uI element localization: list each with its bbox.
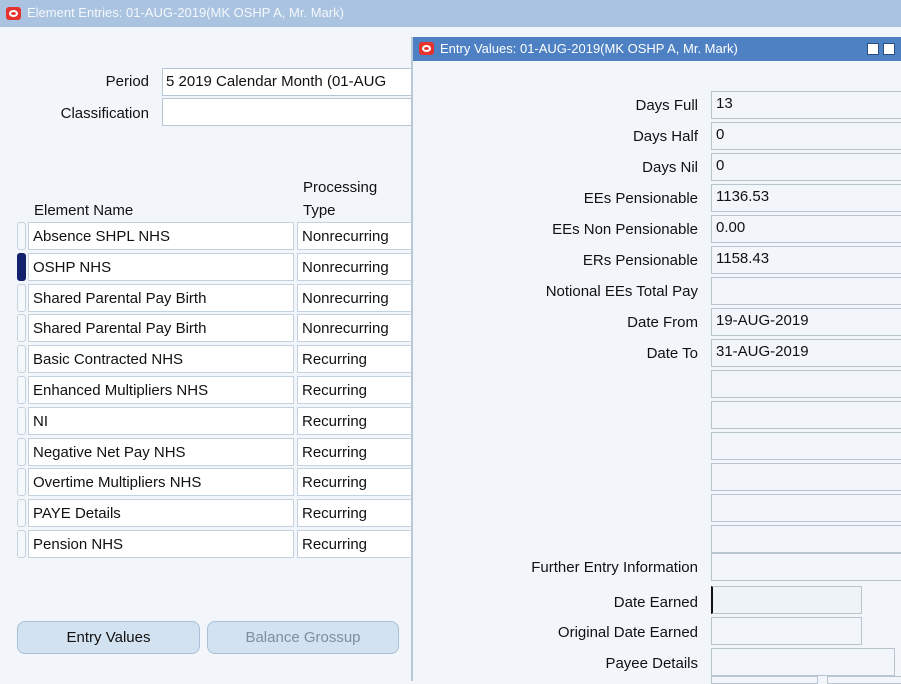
entry-values-button-label: Entry Values xyxy=(66,629,151,646)
entry-value-field[interactable]: 19-AUG-2019 xyxy=(711,308,901,336)
element-name-cell[interactable]: Enhanced Multipliers NHS xyxy=(28,376,294,404)
payee-details-field[interactable] xyxy=(711,648,895,676)
entry-values-titlebar[interactable]: Entry Values: 01-AUG-2019(MK OSHP A, Mr.… xyxy=(413,37,901,61)
balance-grossup-button[interactable]: Balance Grossup xyxy=(207,621,399,654)
entry-value-field[interactable]: 1136.53 xyxy=(711,184,901,212)
processing-type-cell[interactable]: Recurring xyxy=(297,437,412,466)
row-selector[interactable] xyxy=(17,530,26,558)
original-date-earned-label: Original Date Earned xyxy=(557,624,698,641)
oracle-logo-icon xyxy=(419,42,434,55)
element-name-cell[interactable]: Shared Parental Pay Birth xyxy=(28,283,294,312)
entry-value-label: Date To xyxy=(646,345,698,362)
period-field[interactable]: 5 2019 Calendar Month (01-AUG xyxy=(162,68,412,96)
minimize-icon[interactable] xyxy=(867,43,879,55)
further-entry-information-field[interactable] xyxy=(711,553,901,581)
element-name-header: Element Name xyxy=(34,202,134,219)
element-name-cell[interactable]: PAYE Details xyxy=(28,499,294,528)
date-earned-field[interactable] xyxy=(711,586,862,614)
row-selector[interactable] xyxy=(17,499,26,528)
classification-label: Classification xyxy=(60,105,149,122)
processing-type-cell[interactable]: Recurring xyxy=(297,530,412,558)
element-name-cell[interactable]: Pension NHS xyxy=(28,530,294,558)
entry-value-field[interactable] xyxy=(711,277,901,305)
entry-value-field[interactable]: 0 xyxy=(711,122,901,150)
extra-field[interactable] xyxy=(827,676,901,684)
entry-value-field[interactable]: 0.00 xyxy=(711,215,901,243)
entry-value-label: Date From xyxy=(627,314,698,331)
processing-type-cell[interactable]: Nonrecurring xyxy=(297,252,412,281)
entry-values-window: Entry Values: 01-AUG-2019(MK OSHP A, Mr.… xyxy=(411,37,901,684)
oracle-logo-icon xyxy=(6,7,21,20)
element-name-cell[interactable]: Absence SHPL NHS xyxy=(28,222,294,250)
entry-value-field[interactable]: 0 xyxy=(711,153,901,181)
entry-values-button[interactable]: Entry Values xyxy=(17,621,200,654)
entry-value-field[interactable]: 13 xyxy=(711,91,901,119)
element-entries-titlebar[interactable]: Element Entries: 01-AUG-2019(MK OSHP A, … xyxy=(0,0,901,27)
processing-type-cell[interactable]: Nonrecurring xyxy=(297,283,412,312)
entry-value-label: ERs Pensionable xyxy=(582,252,698,269)
processing-type-cell[interactable]: Recurring xyxy=(297,345,412,374)
payee-details-label: Payee Details xyxy=(605,655,698,672)
entry-value-label: Notional EEs Total Pay xyxy=(545,283,698,300)
processing-type-cell[interactable]: Recurring xyxy=(297,406,412,435)
classification-field[interactable] xyxy=(162,98,412,126)
row-selector[interactable] xyxy=(17,222,26,250)
element-name-cell[interactable]: Overtime Multipliers NHS xyxy=(28,468,294,497)
element-name-cell[interactable]: NI xyxy=(28,406,294,435)
processing-type-cell[interactable]: Recurring xyxy=(297,468,412,497)
processing-type-header-line2: Type xyxy=(303,202,336,219)
processing-type-cell[interactable]: Nonrecurring xyxy=(297,222,412,250)
element-name-cell[interactable]: Basic Contracted NHS xyxy=(28,345,294,374)
entry-value-field[interactable]: 1158.43 xyxy=(711,246,901,274)
row-selector[interactable] xyxy=(17,283,26,312)
row-selector[interactable] xyxy=(17,252,26,281)
row-selector[interactable] xyxy=(17,376,26,404)
element-name-cell[interactable]: OSHP NHS xyxy=(28,252,294,281)
window-title: Element Entries: 01-AUG-2019(MK OSHP A, … xyxy=(27,5,344,20)
entry-value-field[interactable] xyxy=(711,432,901,460)
row-selector[interactable] xyxy=(17,468,26,497)
row-selector[interactable] xyxy=(17,345,26,374)
maximize-icon[interactable] xyxy=(883,43,895,55)
entry-value-field[interactable] xyxy=(711,463,901,491)
row-selector[interactable] xyxy=(17,406,26,435)
further-entry-information-label: Further Entry Information xyxy=(531,559,698,576)
entry-value-field[interactable] xyxy=(711,494,901,522)
processing-type-cell[interactable]: Recurring xyxy=(297,376,412,404)
entry-value-field[interactable] xyxy=(711,370,901,398)
original-date-earned-field[interactable] xyxy=(711,617,862,645)
date-earned-label: Date Earned xyxy=(613,594,698,611)
entry-value-field[interactable] xyxy=(711,525,901,553)
balance-grossup-button-label: Balance Grossup xyxy=(245,629,361,646)
row-selector[interactable] xyxy=(17,314,26,343)
entry-value-label: EEs Pensionable xyxy=(583,190,698,207)
processing-type-cell[interactable]: Nonrecurring xyxy=(297,314,412,343)
period-label: Period xyxy=(105,73,149,90)
entry-values-title: Entry Values: 01-AUG-2019(MK OSHP A, Mr.… xyxy=(440,41,738,56)
entry-value-label: Days Half xyxy=(632,128,698,145)
entry-value-field[interactable]: 31-AUG-2019 xyxy=(711,339,901,367)
processing-type-cell[interactable]: Recurring xyxy=(297,499,412,528)
processing-type-header: Processing xyxy=(303,179,378,196)
element-name-cell[interactable]: Shared Parental Pay Birth xyxy=(28,314,294,343)
entry-value-label: EEs Non Pensionable xyxy=(552,221,698,238)
extra-field[interactable] xyxy=(711,676,818,684)
entry-value-label: Days Nil xyxy=(642,159,698,176)
row-selector[interactable] xyxy=(17,437,26,466)
entry-value-field[interactable] xyxy=(711,401,901,429)
element-name-cell[interactable]: Negative Net Pay NHS xyxy=(28,437,294,466)
entry-value-label: Days Full xyxy=(635,97,698,114)
